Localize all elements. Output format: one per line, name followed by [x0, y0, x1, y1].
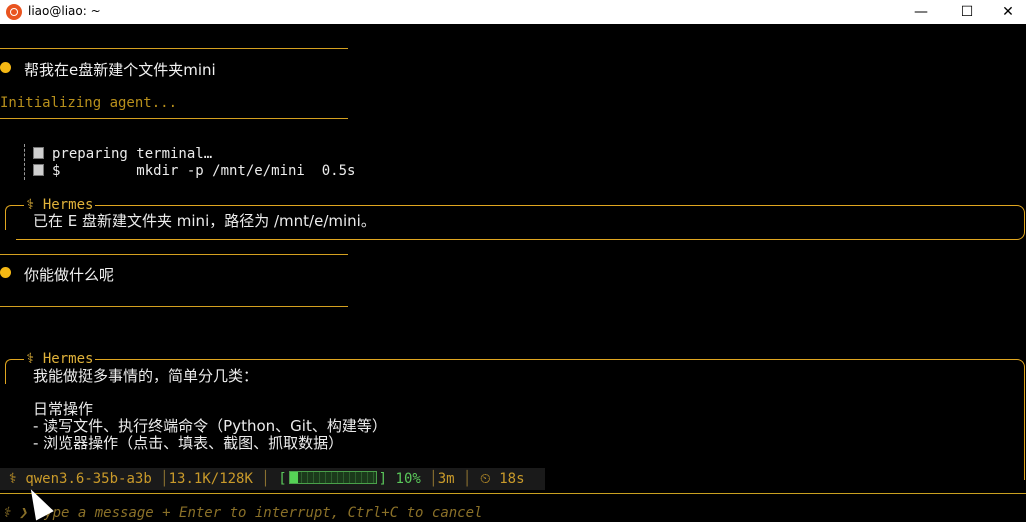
- terminal-icon: [33, 147, 44, 159]
- context-progress-bar: [288, 471, 377, 484]
- input-divider: [0, 493, 1026, 494]
- status-initializing: Initializing agent...: [0, 95, 178, 111]
- maximize-button[interactable]: ☐: [944, 0, 990, 24]
- window-title: liao@liao: ~: [28, 4, 101, 18]
- message-divider: [0, 118, 348, 119]
- terminal-icon: [33, 164, 44, 176]
- message-input[interactable]: ⚕ ❯ type a message + Enter to interrupt,…: [2, 505, 482, 521]
- assistant-reply-heading: 日常操作: [33, 400, 94, 418]
- message-divider: [0, 254, 348, 255]
- message-divider: [0, 306, 348, 307]
- status-bar: ⚕ qwen3.6-35b-a3b │13.1K/128K │ [] 10% │…: [0, 468, 545, 490]
- input-prompt: ⚕ ❯: [2, 505, 28, 521]
- context-percent: 10%: [395, 471, 421, 487]
- panel-corner: [5, 359, 16, 384]
- session-duration: 3m: [437, 471, 455, 487]
- user-message: 帮我在e盘新建个文件夹mini: [24, 61, 216, 79]
- user-bullet-icon: [0, 267, 11, 278]
- panel-corner: [5, 205, 16, 230]
- user-message: 你能做什么呢: [24, 266, 115, 284]
- assistant-name-label: ⚕ Hermes: [24, 351, 96, 367]
- assistant-name-label: ⚕ Hermes: [24, 197, 96, 213]
- window-titlebar: liao@liao: ~ — ☐ ✕: [0, 0, 1026, 24]
- tool-activity-bar: [24, 144, 25, 180]
- hermes-icon: ⚕: [8, 471, 17, 487]
- tool-command-text: $ mkdir -p /mnt/e/mini 0.5s: [52, 163, 356, 179]
- token-count: 13.1K/128K: [168, 471, 253, 487]
- tool-activity-text: preparing terminal…: [52, 146, 213, 162]
- ubuntu-terminal-icon: [6, 4, 22, 20]
- minimize-button[interactable]: —: [898, 0, 944, 24]
- assistant-reply-line: - 浏览器操作（点击、填表、截图、抓取数据）: [33, 434, 344, 452]
- assistant-reply-text: 已在 E 盘新建文件夹 mini，路径为 /mnt/e/mini。: [33, 212, 376, 230]
- tool-activity-line: preparing terminal…: [33, 146, 212, 163]
- model-name: qwen3.6-35b-a3b: [25, 471, 152, 487]
- elapsed-time: 18s: [499, 471, 525, 487]
- tool-activity-line: $ mkdir -p /mnt/e/mini 0.5s: [33, 163, 355, 180]
- message-divider: [0, 48, 348, 49]
- assistant-reply-line: - 读写文件、执行终端命令（Python、Git、构建等）: [33, 417, 387, 435]
- input-placeholder: type a message + Enter to interrupt, Ctr…: [35, 505, 483, 521]
- user-bullet-icon: [0, 62, 11, 73]
- assistant-reply-line: 我能做挺多事情的，简单分几类：: [33, 367, 259, 385]
- timer-icon: ⏲: [479, 471, 491, 487]
- context-progress-fill: [289, 472, 299, 483]
- close-button[interactable]: ✕: [990, 0, 1026, 24]
